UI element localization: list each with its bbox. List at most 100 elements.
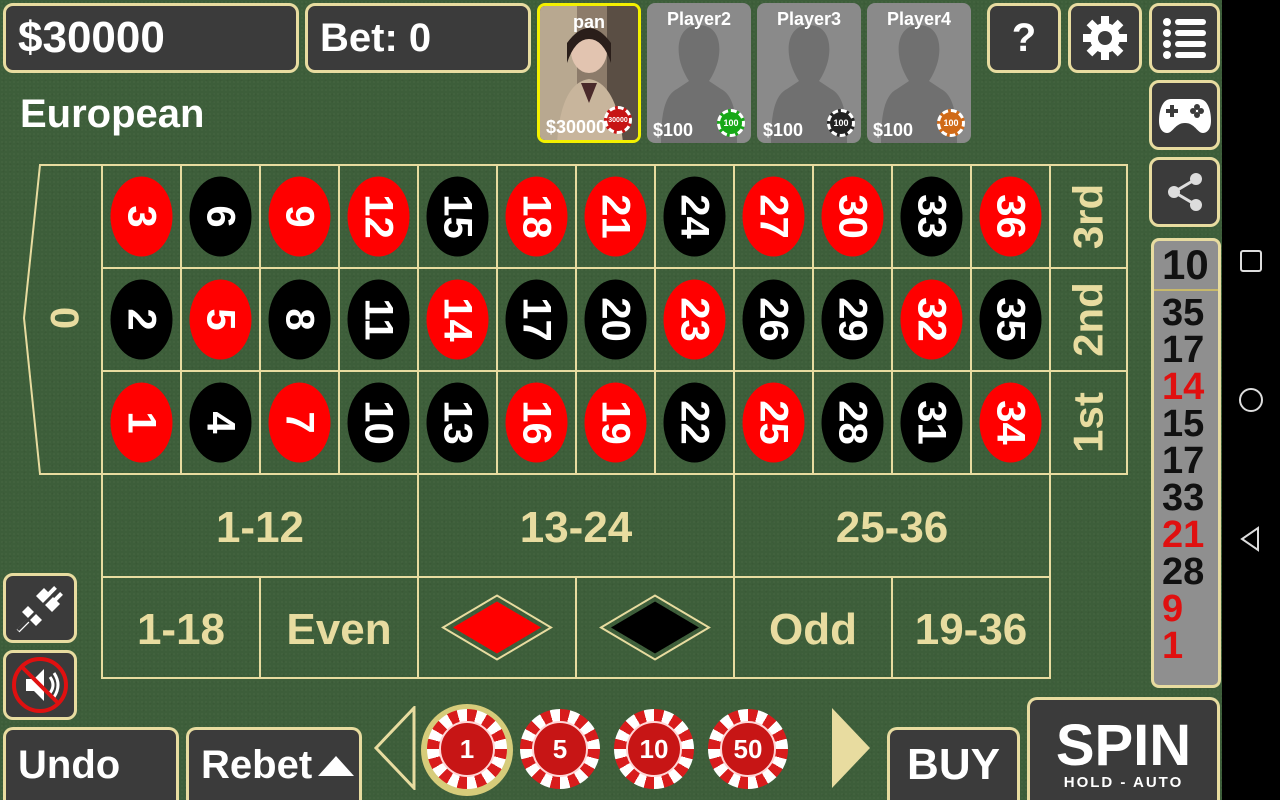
number-cell-4[interactable]: 4	[180, 370, 261, 475]
number-label: 20	[594, 297, 638, 342]
dozen-bet-2[interactable]: 13-24	[417, 473, 735, 578]
connection-button[interactable]	[3, 573, 77, 643]
dozen-bet-1[interactable]: 1-12	[101, 473, 419, 578]
number-cell-6[interactable]: 6	[180, 164, 261, 269]
dozen-bet-3[interactable]: 25-36	[733, 473, 1051, 578]
number-cell-33[interactable]: 33	[891, 164, 972, 269]
rebet-button[interactable]: Rebet	[186, 727, 362, 800]
number-cell-22[interactable]: 22	[654, 370, 735, 475]
chip-next-arrow[interactable]	[828, 706, 874, 790]
player-name: Player3	[776, 9, 842, 29]
column-bet-label: 1st	[1065, 392, 1112, 453]
number-cell-10[interactable]: 10	[338, 370, 419, 475]
number-label: 27	[752, 194, 796, 239]
black-diamond-icon	[611, 601, 699, 654]
player-name: Player2	[666, 9, 732, 29]
number-cell-25[interactable]: 25	[733, 370, 814, 475]
number-cell-12[interactable]: 12	[338, 164, 419, 269]
number-cell-1[interactable]: 1	[101, 370, 182, 475]
number-cell-28[interactable]: 28	[812, 370, 893, 475]
number-cell-36[interactable]: 36	[970, 164, 1051, 269]
chip-50[interactable]: 50	[708, 709, 788, 789]
buy-button[interactable]: BUY	[887, 727, 1020, 800]
triangle-up-icon	[318, 756, 355, 776]
outside-bet-black[interactable]	[575, 576, 735, 679]
number-label: 33	[910, 194, 954, 239]
spin-sublabel: HOLD - AUTO	[1063, 773, 1184, 791]
number-label: 14	[436, 297, 480, 342]
chip-5[interactable]: 5	[520, 709, 600, 789]
number-cell-9[interactable]: 9	[259, 164, 340, 269]
outside-bet-red[interactable]	[417, 576, 577, 679]
number-label: 28	[831, 400, 875, 445]
number-label: 2	[120, 308, 164, 330]
number-cell-7[interactable]: 7	[259, 370, 340, 475]
undo-button[interactable]: Undo	[3, 727, 179, 800]
outside-bet-19-36[interactable]: 19-36	[891, 576, 1051, 679]
chip-1-label: 1	[459, 733, 475, 764]
chip-10-face: 10	[626, 721, 682, 777]
outside-bet-label: Odd	[769, 605, 857, 654]
number-cell-13[interactable]: 13	[417, 370, 498, 475]
player-name: pan	[572, 12, 605, 32]
number-cell-14[interactable]: 14	[417, 267, 498, 372]
number-cell-26[interactable]: 26	[733, 267, 814, 372]
number-cell-5[interactable]: 5	[180, 267, 261, 372]
number-label: 13	[436, 400, 480, 445]
number-cell-27[interactable]: 27	[733, 164, 814, 269]
sound-button[interactable]	[3, 650, 77, 720]
column-bet-1st[interactable]: 1st	[1049, 370, 1128, 475]
outside-bet-label: Even	[286, 605, 391, 654]
number-label: 15	[436, 194, 480, 239]
number-cell-20[interactable]: 20	[575, 267, 656, 372]
number-cell-35[interactable]: 35	[970, 267, 1051, 372]
column-bet-3rd[interactable]: 3rd	[1049, 164, 1128, 269]
spin-button[interactable]: SPIN HOLD - AUTO	[1027, 697, 1220, 800]
number-cell-16[interactable]: 16	[496, 370, 577, 475]
outside-bet-even[interactable]: Even	[259, 576, 419, 679]
number-cell-30[interactable]: 30	[812, 164, 893, 269]
number-cell-32[interactable]: 32	[891, 267, 972, 372]
undo-label: Undo	[18, 742, 121, 787]
chip-10[interactable]: 10	[614, 709, 694, 789]
number-cell-11[interactable]: 11	[338, 267, 419, 372]
number-cell-3[interactable]: 3	[101, 164, 182, 269]
column-bet-2nd[interactable]: 2nd	[1049, 267, 1128, 372]
chip-1[interactable]: 1	[427, 709, 507, 789]
home-icon[interactable]	[1236, 385, 1266, 415]
number-cell-21[interactable]: 21	[575, 164, 656, 269]
mute-icon	[12, 657, 68, 713]
number-label: 1	[120, 411, 164, 433]
chip-5-face: 5	[532, 721, 588, 777]
chip-prev-arrow[interactable]	[372, 706, 418, 790]
zero-label: 0	[42, 307, 86, 329]
zero-cell[interactable]: 0	[22, 164, 103, 475]
number-label: 10	[357, 400, 401, 445]
number-cell-2[interactable]: 2	[101, 267, 182, 372]
number-label: 17	[515, 297, 559, 342]
chip-10-label: 10	[639, 733, 669, 764]
number-cell-31[interactable]: 31	[891, 370, 972, 475]
number-cell-24[interactable]: 24	[654, 164, 735, 269]
back-icon[interactable]	[1236, 524, 1266, 554]
number-label: 30	[831, 194, 875, 239]
player-balance: $100	[873, 120, 914, 140]
number-cell-19[interactable]: 19	[575, 370, 656, 475]
chip-1-face: 1	[439, 721, 495, 777]
player-chip-label: 30000	[608, 116, 628, 124]
number-cell-8[interactable]: 8	[259, 267, 340, 372]
plug-icon	[16, 584, 64, 633]
number-label: 16	[515, 400, 559, 445]
player-balance: $30000	[546, 117, 607, 137]
number-cell-15[interactable]: 15	[417, 164, 498, 269]
recents-icon[interactable]	[1236, 246, 1266, 276]
number-cell-18[interactable]: 18	[496, 164, 577, 269]
number-cell-23[interactable]: 23	[654, 267, 735, 372]
number-cell-34[interactable]: 34	[970, 370, 1051, 475]
outside-bet-1-18[interactable]: 1-18	[101, 576, 261, 679]
player-balance: $100	[763, 120, 804, 140]
outside-bet-odd[interactable]: Odd	[733, 576, 893, 679]
player-chip: 100	[827, 109, 855, 137]
number-cell-29[interactable]: 29	[812, 267, 893, 372]
number-cell-17[interactable]: 17	[496, 267, 577, 372]
